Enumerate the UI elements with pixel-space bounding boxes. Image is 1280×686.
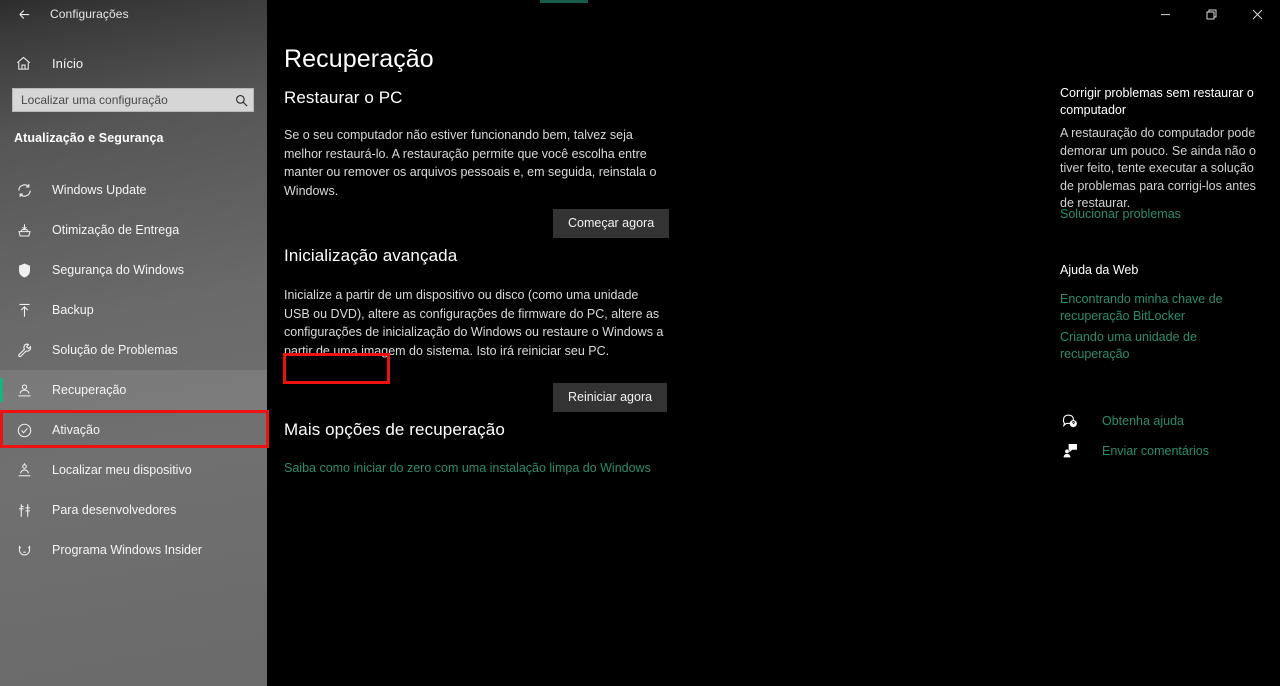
minimize-icon [1160, 9, 1171, 20]
selection-indicator [0, 378, 3, 402]
sidebar-item-para-desenvolvedores[interactable]: Para desenvolvedores [0, 490, 267, 530]
sidebar-item-label: Ativação [52, 423, 100, 437]
right-rail: Corrigir problemas sem restaurar o compu… [1040, 28, 1280, 686]
troubleshoot-link[interactable]: Solucionar problemas [1060, 206, 1260, 223]
sidebar-item-windows-update[interactable]: Windows Update [0, 170, 267, 210]
sidebar-item-solucao-problemas[interactable]: Solução de Problemas [0, 330, 267, 370]
send-feedback-label: Enviar comentários [1102, 444, 1209, 458]
title-bar: Configurações [0, 0, 1280, 28]
sidebar-item-label: Programa Windows Insider [52, 543, 203, 557]
sidebar-item-backup[interactable]: Backup [0, 290, 267, 330]
window-title: Configurações [50, 7, 129, 21]
get-help-action[interactable]: Obtenha ajuda [1060, 409, 1270, 433]
main-content: Recuperação Restaurar o PC Se o seu comp… [267, 28, 1040, 686]
close-icon [1252, 9, 1263, 20]
minimize-button[interactable] [1142, 0, 1188, 28]
search-icon[interactable] [229, 89, 253, 111]
search-input[interactable] [13, 89, 229, 111]
rail-heading-corrigir-problemas: Corrigir problemas sem restaurar o compu… [1060, 86, 1254, 117]
recovery-icon [14, 380, 34, 400]
sidebar-item-label: Recuperação [52, 383, 127, 397]
dev-tools-icon [14, 500, 34, 520]
bitlocker-key-link[interactable]: Encontrando minha chave de recuperação B… [1060, 291, 1260, 325]
section-heading-inicializacao-avancada: Inicialização avançada [284, 246, 458, 265]
feedback-person-icon [1060, 441, 1080, 461]
insider-cat-icon [14, 540, 34, 560]
help-question-icon [1060, 411, 1080, 431]
sidebar-item-recuperacao[interactable]: Recuperação [0, 370, 267, 410]
get-help-label: Obtenha ajuda [1102, 414, 1185, 428]
maximize-button[interactable] [1188, 0, 1234, 28]
window-controls [1142, 0, 1280, 28]
sidebar-item-otimizacao-entrega[interactable]: Otimização de Entrega [0, 210, 267, 250]
sidebar-item-home[interactable]: Início [0, 46, 267, 80]
page-title: Recuperação [284, 45, 434, 73]
section-body-inicializacao-avancada: Inicialize a partir de um dispositivo ou… [284, 288, 664, 358]
check-circle-icon [14, 420, 34, 440]
sidebar-item-ativacao[interactable]: Ativação [0, 410, 267, 450]
sync-icon [14, 180, 34, 200]
arrow-left-icon [17, 7, 32, 22]
rail-heading-ajuda-web: Ajuda da Web [1060, 263, 1139, 277]
sidebar-item-localizar-dispositivo[interactable]: Localizar meu dispositivo [0, 450, 267, 490]
home-icon [14, 54, 32, 72]
sidebar-item-label: Para desenvolvedores [52, 503, 177, 517]
search-box[interactable] [12, 88, 254, 112]
section-heading-restaurar-pc: Restaurar o PC [284, 88, 403, 107]
sidebar-group-title: Atualização e Segurança [14, 131, 164, 145]
sidebar-item-label: Windows Update [52, 183, 147, 197]
sidebar-nav: Windows Update Otimização de Entrega Seg… [0, 170, 267, 570]
delivery-icon [14, 220, 34, 240]
settings-window: Configurações Início Localizar uma confi… [0, 0, 1280, 686]
clean-install-link[interactable]: Saiba como iniciar do zero com uma insta… [284, 461, 651, 475]
locate-device-icon [14, 460, 34, 480]
sidebar-item-label: Solução de Problemas [52, 343, 178, 357]
sidebar-item-label: Localizar meu dispositivo [52, 463, 192, 477]
upload-icon [14, 300, 34, 320]
close-button[interactable] [1234, 0, 1280, 28]
restart-now-button[interactable]: Reiniciar agora [553, 383, 668, 412]
wrench-icon [14, 340, 34, 360]
recovery-drive-link[interactable]: Criando uma unidade de recuperação [1060, 329, 1260, 363]
start-now-button[interactable]: Começar agora [553, 209, 670, 238]
back-button[interactable] [8, 0, 40, 28]
rail-body-corrigir-problemas: A restauração do computador pode demorar… [1060, 126, 1256, 210]
sidebar-item-windows-insider[interactable]: Programa Windows Insider [0, 530, 267, 570]
sidebar-item-seguranca-windows[interactable]: Segurança do Windows [0, 250, 267, 290]
restore-icon [1206, 9, 1217, 20]
sidebar: Início Atualização e Segurança [0, 0, 267, 686]
section-heading-mais-opcoes: Mais opções de recuperação [284, 420, 505, 439]
sidebar-item-label: Segurança do Windows [52, 263, 185, 277]
section-body-restaurar-pc: Se o seu computador não estiver funciona… [284, 128, 657, 198]
sidebar-home-label: Início [52, 55, 84, 71]
sidebar-item-label: Backup [52, 303, 94, 317]
send-feedback-action[interactable]: Enviar comentários [1060, 439, 1270, 463]
sidebar-item-label: Otimização de Entrega [52, 223, 180, 237]
shield-icon [14, 260, 34, 280]
